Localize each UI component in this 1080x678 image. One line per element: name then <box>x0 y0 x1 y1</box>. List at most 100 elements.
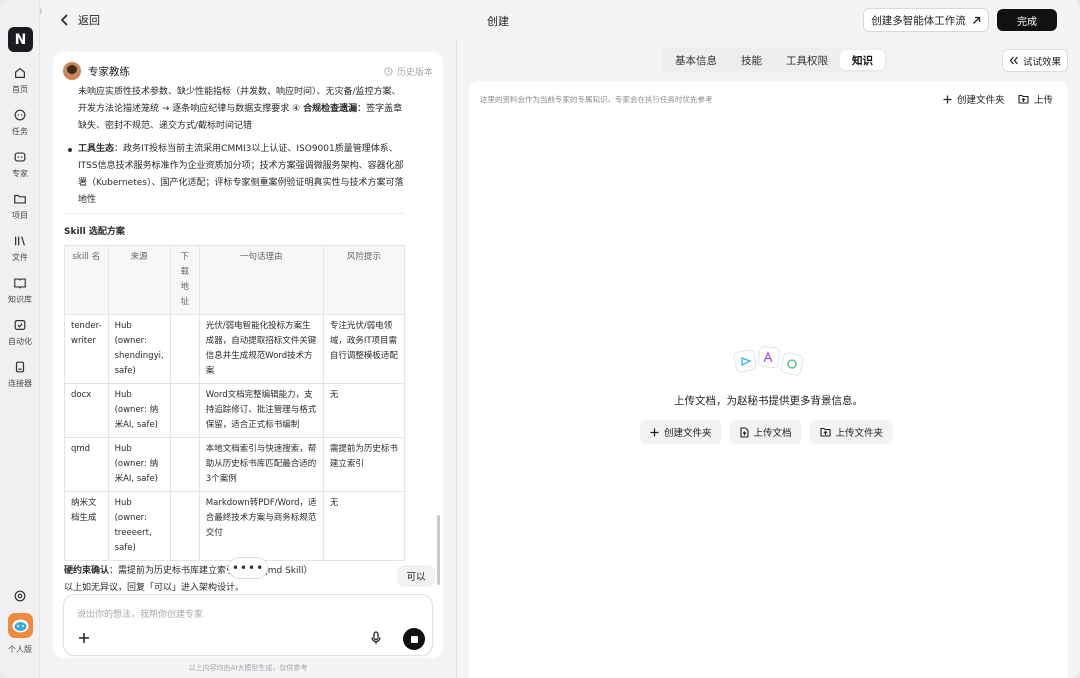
column-header: 来源 <box>107 245 171 315</box>
knowledge-hint: 这里的资料会作为当前专家的专属知识，专家会在执行任务时优先参考 <box>480 95 713 104</box>
config-tabs: 基本信息 技能 工具权限 知识 <box>661 48 887 72</box>
knowledge-panel: 这里的资料会作为当前专家的专属知识，专家会在执行任务时优先参考 创建文件夹 上传… <box>469 81 1068 678</box>
app-logo[interactable]: N <box>8 27 33 52</box>
expert-avatar <box>63 62 81 80</box>
history-label: 历史版本 <box>396 67 433 78</box>
user-message-bubble: 可以 <box>397 565 435 587</box>
panel-divider[interactable] <box>456 40 457 678</box>
more-button[interactable]: •••• <box>228 557 268 579</box>
rail-item-experts[interactable]: 专家 <box>0 150 40 179</box>
voice-button[interactable] <box>370 631 382 648</box>
upload-document-button[interactable]: 上传文档 <box>729 420 802 444</box>
clock-icon <box>384 66 393 76</box>
rail-label: 首页 <box>12 85 28 94</box>
column-header: 下载地址 <box>169 245 200 315</box>
bold-span: 合规检查遗漏 <box>303 104 358 114</box>
file-upload-icon <box>739 426 749 438</box>
bot-icon <box>14 152 26 162</box>
upload-document-label: 上传文档 <box>753 428 792 439</box>
table-cell: 无 <box>322 383 406 438</box>
profile-label: 个人版 <box>8 645 32 654</box>
rail-item-knowledge[interactable]: 知识库 <box>0 276 40 305</box>
tab-knowledge[interactable]: 知识 <box>840 50 885 70</box>
rail-item-tasks[interactable]: 任务 <box>0 108 40 137</box>
empty-state-illustration <box>733 346 804 376</box>
tab-skills[interactable]: 技能 <box>729 50 774 70</box>
table-cell: Hub (owner: treeeert, safe) <box>107 491 171 561</box>
rail-item-files[interactable]: 文件 <box>0 234 40 263</box>
attach-button[interactable] <box>78 629 90 648</box>
rail-label: 连接器 <box>8 379 32 388</box>
table-cell: 光伏/弱电智能化投标方案生成器，自动提取招标文件关键信息并生成规范Word技术方… <box>198 314 324 384</box>
table-cell: Hub (owner: 纳米AI, safe) <box>107 383 171 438</box>
table-header-row: skill 名 来源 下载地址 一句话理由 风险提示 <box>64 245 406 315</box>
folder-upload-icon <box>819 427 831 437</box>
history-button[interactable]: 历史版本 <box>384 65 433 78</box>
rail-label: 文件 <box>12 253 28 262</box>
table-cell <box>169 437 200 492</box>
create-folder-button[interactable]: 创建文件夹 <box>640 420 722 444</box>
table-cell: 无 <box>322 491 406 561</box>
table-cell <box>169 383 200 438</box>
table-cell: Word文档完整编辑能力，支持追踪修订、批注管理与格式保留，适合正式标书编制 <box>198 383 324 438</box>
create-workflow-label: 创建多智能体工作流 <box>871 14 966 27</box>
create-workflow-button[interactable]: 创建多智能体工作流 <box>863 8 989 32</box>
bold-span: 工具生态 <box>78 144 115 154</box>
empty-state-actions: 创建文件夹 上传文档 上传文件夹 <box>640 420 894 444</box>
bold-span: 硬约束确认 <box>64 566 110 576</box>
home-icon <box>15 67 25 78</box>
bullet-item: 工具生态：政务IT投标当前主流采用CMMI3以上认证、ISO9001质量管理体系… <box>64 141 404 209</box>
new-folder-button[interactable]: 创建文件夹 <box>943 92 1005 106</box>
device-icon <box>15 361 25 373</box>
profile-label-wrap: 个人版 <box>0 642 40 655</box>
nav-rail: N 首页 任务 专家 项目 文件 知识库 自动化 连接器 个人版 <box>0 0 40 678</box>
folder-upload-icon <box>1018 94 1029 104</box>
rail-label: 任务 <box>12 127 28 136</box>
upload-folder-button[interactable]: 上传文件夹 <box>809 420 894 444</box>
rail-item-projects[interactable]: 项目 <box>0 192 40 221</box>
table-cell: 专注光伏/弱电领域，政务IT项目需自行调整模板适配 <box>322 314 406 384</box>
table-cell: qmd <box>64 437 109 492</box>
table-cell <box>169 491 200 561</box>
upload-label: 上传 <box>1034 95 1054 106</box>
table-row: qmd Hub (owner: 纳米AI, safe) 本地文档索引与快速搜索，… <box>64 437 406 492</box>
upload-folder-label: 上传文件夹 <box>835 428 884 439</box>
top-bar: 返回 创建 创建多智能体工作流 完成 <box>40 0 1080 40</box>
table-cell: 纳米文档生成 <box>64 491 109 561</box>
try-effect-button[interactable]: 试试效果 <box>1002 49 1068 72</box>
mascot-icon <box>12 619 29 633</box>
table-cell: 需提前为历史标书建立索引 <box>322 437 406 492</box>
assistant-message: 未响应实质性技术参数、缺少性能指标（并发数、响应时间）、无灾备/监控方案、开发方… <box>64 84 406 597</box>
divider <box>64 213 404 214</box>
column-header: skill 名 <box>64 245 109 315</box>
folder-icon <box>14 194 26 204</box>
plus-icon <box>943 95 952 103</box>
table-cell: Markdown转PDF/Word，适合最终技术方案与商务标规范交付 <box>198 491 324 561</box>
chat-scrollbar[interactable] <box>437 515 440 585</box>
settings-button[interactable] <box>0 589 40 605</box>
stop-icon <box>410 635 418 643</box>
plus-icon <box>650 428 659 436</box>
rail-item-home[interactable]: 首页 <box>0 66 40 95</box>
rail-label: 项目 <box>12 211 28 220</box>
table-row: 纳米文档生成 Hub (owner: treeeert, safe) Markd… <box>64 491 406 561</box>
done-button[interactable]: 完成 <box>997 9 1057 31</box>
table-cell: tender-writer <box>64 314 109 384</box>
message-composer[interactable]: 说出你的想法，我帮你创建专家 <box>63 594 433 656</box>
profile-avatar[interactable] <box>8 613 33 638</box>
app-window: N 首页 任务 专家 项目 文件 知识库 自动化 连接器 个人版 返回 创建 创… <box>0 0 1080 678</box>
tab-tool-permissions[interactable]: 工具权限 <box>774 50 840 70</box>
chat-header: 专家教练 历史版本 <box>63 60 433 82</box>
microphone-icon <box>371 631 381 644</box>
table-row: docx Hub (owner: 纳米AI, safe) Word文档完整编辑能… <box>64 383 406 438</box>
upload-button[interactable]: 上传 <box>1018 92 1053 106</box>
tab-basic-info[interactable]: 基本信息 <box>663 50 729 70</box>
stop-button[interactable] <box>403 628 425 650</box>
rail-item-connectors[interactable]: 连接器 <box>0 360 40 389</box>
column-header: 一句话理由 <box>198 245 324 315</box>
message-paragraph: 未响应实质性技术参数、缺少性能指标（并发数、响应时间）、无灾备/监控方案、开发方… <box>64 84 404 135</box>
composer-input[interactable]: 说出你的想法，我帮你创建专家 <box>77 607 203 620</box>
double-chevron-left-icon <box>1009 56 1018 65</box>
rail-item-automation[interactable]: 自动化 <box>0 318 40 347</box>
check-calendar-icon <box>14 320 26 330</box>
